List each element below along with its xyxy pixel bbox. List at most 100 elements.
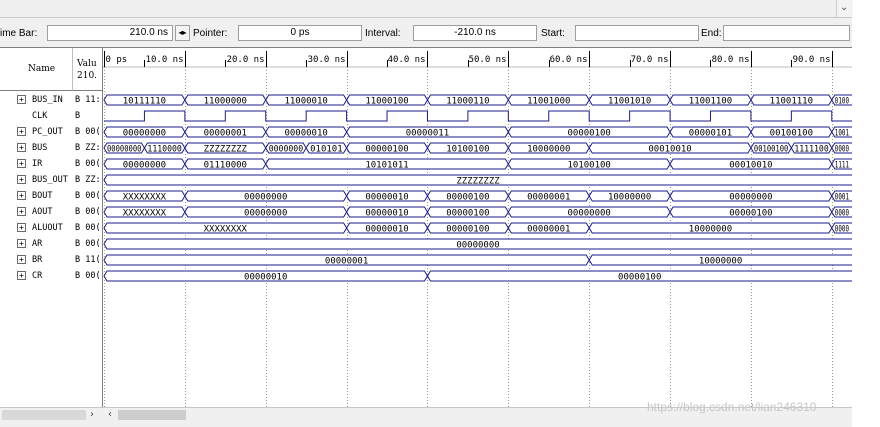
name-scroll-thumb[interactable] — [2, 410, 86, 420]
bus-value: 11001110 — [770, 97, 813, 107]
signal-name: ALUOUT — [32, 223, 63, 233]
end-label: End: — [701, 28, 722, 39]
time-label: 30.0 ns — [308, 55, 346, 65]
bus-value: 10000000 — [608, 193, 651, 203]
bus-value: 00000000 — [244, 193, 287, 203]
time-label: 80.0 ns — [712, 55, 750, 65]
name-header-label: Name — [28, 64, 56, 74]
start-field[interactable] — [575, 25, 699, 41]
expand-icon[interactable]: + — [17, 175, 26, 184]
bus-value: 00000100 — [446, 209, 489, 219]
bus-value: 11001000 — [527, 97, 570, 107]
pointer-field[interactable]: 0 ps — [238, 25, 362, 41]
expand-icon[interactable]: + — [17, 239, 26, 248]
bus-value: 1110000 — [147, 145, 181, 155]
signal-name: PC_OUT — [32, 127, 63, 137]
end-field[interactable] — [723, 25, 850, 41]
bus-value: 010101 — [310, 145, 343, 155]
bus-value: 00000010 — [365, 193, 408, 203]
signal-name: CR — [32, 271, 43, 281]
bus-value: 00000000 — [123, 129, 166, 139]
arrow-right-icon[interactable]: ▸ — [183, 28, 187, 37]
signal-value: B 11( — [75, 255, 101, 265]
bus-value: XXXXXXXX — [123, 193, 167, 203]
signal-row-br[interactable]: + BR — [0, 252, 72, 268]
time-bar-spinner[interactable]: ◂▸ — [175, 25, 190, 41]
waveform-canvas[interactable]: 0 ps 10.0 ns 20.0 ns 30.0 ns 40.0 ns 50.0 ns 6… — [103, 48, 852, 408]
time-label: 10.0 ns — [146, 55, 184, 65]
bus-value: 00000000 — [729, 193, 772, 203]
expand-icon[interactable]: + — [17, 95, 26, 104]
signal-name: BUS_OUT — [32, 175, 68, 185]
interval-field[interactable]: -210.0 ns — [413, 25, 537, 41]
chevron-right-icon[interactable]: › — [90, 408, 100, 422]
bus-value: XXXXXXXX — [123, 209, 167, 219]
expand-icon[interactable]: + — [17, 207, 26, 216]
bus-value: 00000010 — [244, 273, 287, 283]
chevron-down-icon[interactable]: ⌄ — [840, 2, 848, 13]
bus-value: 00000010 — [365, 209, 408, 219]
time-label: 0 ps — [106, 55, 128, 65]
bus-value: XXXXXXXX — [204, 225, 248, 235]
bus-value: 00000101 — [689, 129, 732, 139]
signal-name: CLK — [32, 111, 48, 121]
top-scrollbar[interactable]: ⌄ — [836, 0, 853, 17]
signal-name: BUS_IN — [32, 95, 63, 105]
bus-value: 10000000 — [699, 257, 742, 267]
bus-value: 11000110 — [446, 97, 489, 107]
signal-row-ir[interactable]: + IR — [0, 156, 72, 172]
expand-icon[interactable]: + — [17, 271, 26, 280]
bus-value: 00000100 — [618, 273, 661, 283]
signal-value: B ZZ: — [75, 175, 101, 185]
bus-value: 10111110 — [123, 97, 166, 107]
bus-value: 11000100 — [365, 97, 408, 107]
bus-value: 0000 — [835, 209, 849, 219]
signal-row-bus[interactable]: + BUS — [0, 140, 72, 156]
time-label: 90.0 ns — [793, 55, 831, 65]
bus-value: 1111 — [835, 161, 849, 171]
signal-row-aluout[interactable]: + ALUOUT — [0, 220, 72, 236]
signal-row-cr[interactable]: + CR — [0, 268, 72, 284]
bus-value: 1111100 — [794, 145, 828, 155]
signal-row-bus-in[interactable]: + BUS_IN — [0, 92, 72, 108]
time-bar-field[interactable]: 210.0 ns — [47, 25, 173, 41]
wave-scroll-thumb[interactable] — [118, 410, 186, 420]
start-label: Start: — [541, 28, 565, 39]
pointer-label: Pointer: — [193, 28, 228, 39]
bus-value: 00000000 — [568, 209, 611, 219]
signal-row-bout[interactable]: + BOUT — [0, 188, 72, 204]
bus-value: 1001 — [835, 129, 849, 139]
expand-icon[interactable]: + — [17, 159, 26, 168]
bus-value: 00000001 — [527, 193, 570, 203]
signal-value: B 00( — [75, 207, 101, 217]
bus-value: 00000001 — [325, 257, 368, 267]
top-pane-strip: ⌄ — [0, 0, 853, 18]
signal-row-ar[interactable]: + AR — [0, 236, 72, 252]
bus-value: 11000010 — [284, 97, 327, 107]
expand-icon[interactable]: + — [17, 223, 26, 232]
waveform-panel[interactable]: 0 ps 10.0 ns 20.0 ns 30.0 ns 40.0 ns 50.0 ns 6… — [103, 47, 852, 408]
expand-icon[interactable]: + — [17, 143, 26, 152]
chevron-left-icon[interactable]: ‹ — [103, 408, 117, 422]
bus-value: 00010010 — [648, 145, 691, 155]
time-label: 40.0 ns — [388, 55, 426, 65]
signal-value: B ZZ: — [75, 143, 101, 153]
signal-name: AOUT — [32, 207, 53, 217]
bus-value: 10100100 — [568, 161, 611, 171]
signal-row-aout[interactable]: + AOUT — [0, 204, 72, 220]
signal-row-clk[interactable]: CLK — [0, 108, 72, 124]
bus-value: 0000 — [835, 225, 849, 235]
bus-value: 0000000 — [269, 145, 303, 155]
bus-value: ZZZZZZZZ — [456, 177, 500, 187]
expand-icon[interactable]: + — [17, 255, 26, 264]
bus-value: 00100100 — [770, 129, 813, 139]
name-column-header[interactable]: Name — [0, 48, 73, 91]
signal-row-bus-out[interactable]: + BUS_OUT — [0, 172, 72, 188]
bus-value: 00000011 — [406, 129, 449, 139]
expand-icon[interactable]: + — [17, 127, 26, 136]
bus-value: 11000000 — [204, 97, 247, 107]
signal-value: B — [75, 111, 81, 121]
signal-row-pc-out[interactable]: + PC_OUT — [0, 124, 72, 140]
value-column-header[interactable]: Valu 210. — [73, 48, 102, 91]
expand-icon[interactable]: + — [17, 191, 26, 200]
